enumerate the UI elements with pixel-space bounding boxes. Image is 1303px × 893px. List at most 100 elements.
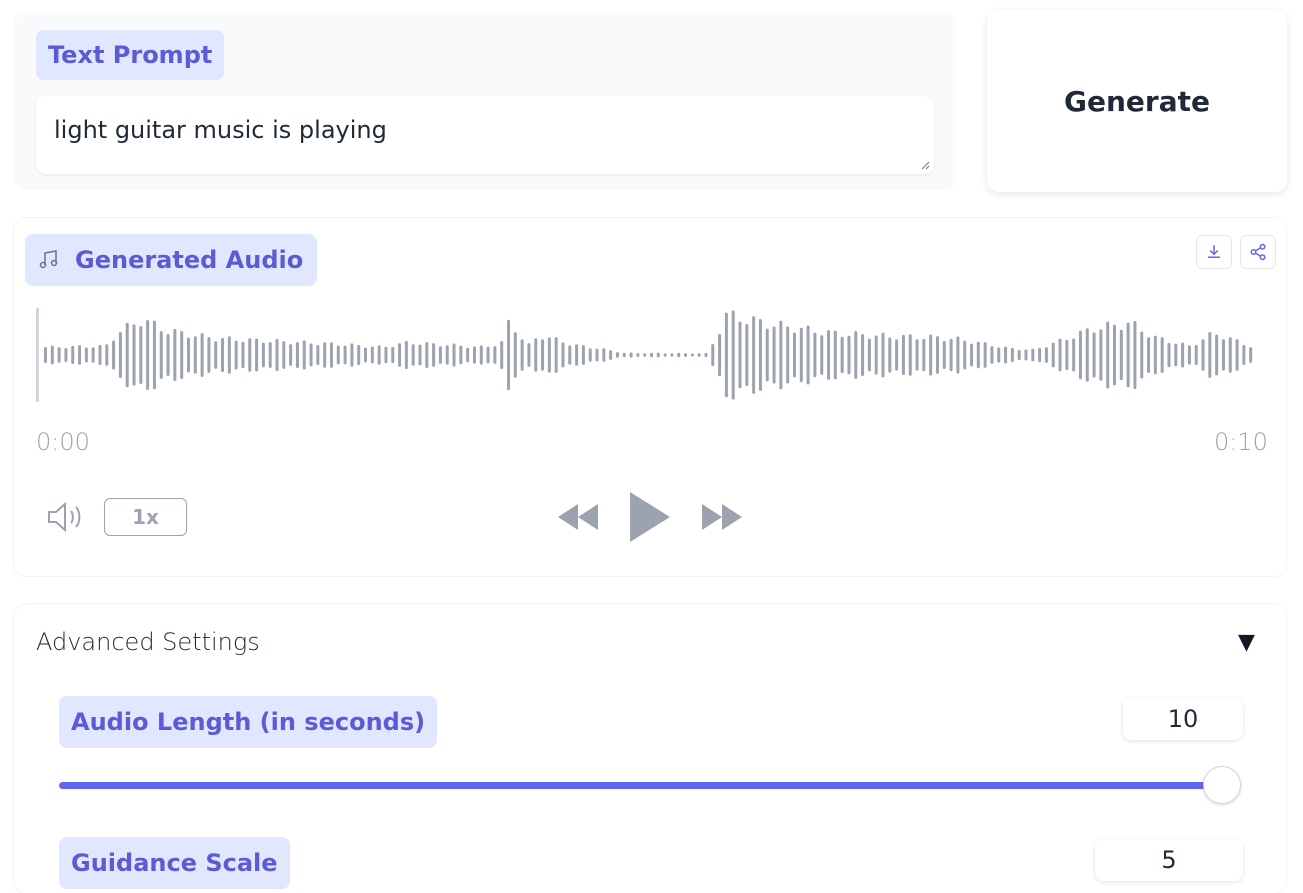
waveform-bar — [118, 331, 122, 379]
waveform-bar — [1187, 345, 1191, 365]
waveform-bar — [411, 344, 415, 366]
waveform-bar — [146, 320, 150, 390]
play-button[interactable] — [628, 490, 670, 544]
slider-track-fill — [59, 782, 1222, 789]
waveform-bar — [758, 319, 762, 391]
slider-thumb[interactable] — [1203, 766, 1241, 804]
waveform-bar — [779, 320, 783, 390]
waveform-bar — [772, 326, 776, 384]
volume-button[interactable] — [46, 500, 88, 534]
waveform-bar — [472, 346, 476, 364]
waveform-bar — [1113, 324, 1117, 386]
waveform-bar — [1058, 338, 1062, 372]
waveform-bar — [956, 336, 960, 374]
waveform-bar — [697, 353, 701, 357]
waveform-bar — [990, 346, 994, 364]
waveform-bar — [840, 336, 844, 374]
waveform-bar — [343, 345, 347, 365]
waveform-bar — [1235, 339, 1239, 371]
waveform-bar — [282, 341, 286, 369]
waveform-bar — [1017, 349, 1021, 361]
waveform-bar — [867, 338, 871, 372]
waveform-bar — [1126, 322, 1130, 388]
waveform-bar — [976, 341, 980, 369]
advanced-settings-title[interactable]: Advanced Settings — [36, 628, 260, 656]
progress-cursor[interactable] — [36, 308, 39, 402]
waveform-bar — [942, 340, 946, 370]
waveform-bar — [309, 343, 313, 367]
waveform-bar — [513, 332, 517, 378]
fast-forward-icon — [702, 504, 742, 530]
waveform-bar — [466, 347, 470, 363]
prompt-label: Text Prompt — [36, 30, 225, 80]
waveform-bar — [112, 340, 116, 370]
waveform-bar — [711, 344, 715, 366]
waveform-bar — [929, 334, 933, 376]
generate-button[interactable]: Generate — [987, 10, 1287, 192]
waveform-bar — [1119, 329, 1123, 381]
waveform-bar — [1208, 331, 1212, 379]
prompt-textarea[interactable]: light guitar music is playing — [36, 96, 934, 174]
waveform-bar — [57, 347, 61, 363]
waveform-bar — [724, 312, 728, 398]
waveform[interactable] — [34, 300, 1264, 410]
waveform-bar — [357, 344, 361, 366]
waveform-bar — [227, 336, 231, 374]
waveform-bar — [568, 345, 572, 365]
waveform-bar — [78, 345, 82, 365]
waveform-bar — [398, 343, 402, 367]
audio-length-input[interactable]: 10 — [1123, 698, 1243, 740]
waveform-bar — [1051, 342, 1055, 368]
waveform-bar — [1078, 330, 1082, 380]
waveform-bar — [813, 332, 817, 378]
rewind-button[interactable] — [556, 500, 600, 534]
waveform-bar — [881, 332, 885, 378]
waveform-bar — [1174, 343, 1178, 367]
waveform-bar — [105, 344, 109, 366]
waveform-bar — [377, 345, 381, 365]
time-duration: 0:10 — [1214, 428, 1268, 456]
waveform-bar — [854, 330, 858, 380]
waveform-bar — [935, 336, 939, 374]
triangle-down-icon[interactable]: ▼ — [1238, 630, 1255, 655]
waveform-bar — [1167, 342, 1171, 368]
waveform-bar — [336, 345, 340, 365]
fast-forward-button[interactable] — [700, 500, 744, 534]
waveform-bar — [418, 344, 422, 366]
waveform-bar — [159, 331, 163, 379]
waveform-bar — [609, 350, 613, 360]
waveform-bar — [248, 338, 252, 372]
waveform-bar — [534, 338, 538, 372]
waveform-bar — [684, 352, 688, 358]
waveform-bar — [520, 339, 524, 371]
waveform-bar — [1228, 337, 1232, 373]
waveform-bar — [786, 326, 790, 384]
download-button[interactable] — [1196, 235, 1232, 269]
waveform-bar — [622, 352, 626, 358]
waveform-bar — [425, 342, 429, 368]
waveform-bar — [718, 333, 722, 377]
waveform-bar — [745, 323, 749, 387]
waveform-bar — [1181, 342, 1185, 368]
guidance-scale-input[interactable]: 5 — [1095, 839, 1243, 881]
waveform-bar — [575, 344, 579, 366]
audio-length-slider[interactable] — [59, 766, 1241, 804]
download-icon — [1208, 245, 1220, 258]
waveform-bar — [547, 337, 551, 373]
waveform-bar — [500, 340, 504, 370]
waveform-bar — [1072, 338, 1076, 372]
waveform-bar — [234, 340, 238, 370]
resize-grip-icon[interactable] — [920, 160, 930, 170]
waveform-bar — [656, 352, 660, 358]
waveform-bar — [493, 346, 497, 364]
waveform-bar — [527, 343, 531, 367]
waveform-bar — [289, 344, 293, 366]
share-button[interactable] — [1240, 235, 1276, 269]
share-icon — [1250, 243, 1266, 261]
audio-length-label: Audio Length (in seconds) — [59, 696, 438, 748]
waveform-bar — [1215, 334, 1219, 376]
waveform-bar — [329, 342, 333, 368]
waveform-bar — [316, 345, 320, 365]
playback-speed-button[interactable]: 1x — [104, 498, 187, 536]
waveform-bar — [888, 337, 892, 373]
